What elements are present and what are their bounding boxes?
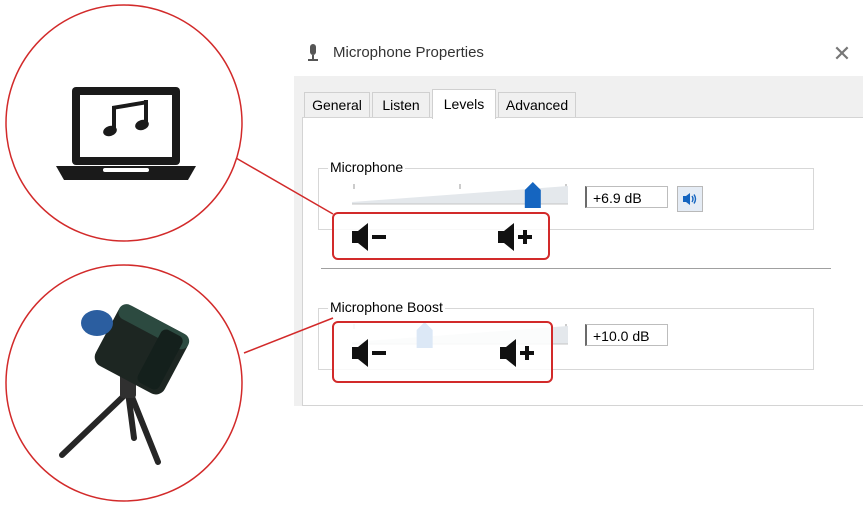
callout-layer <box>0 0 863 505</box>
volume-up-icon <box>500 339 534 367</box>
volume-down-icon <box>352 339 386 367</box>
volume-callout-boost <box>332 321 553 383</box>
volume-up-icon <box>498 223 532 251</box>
volume-callout-microphone <box>332 212 550 260</box>
volume-down-icon <box>352 223 386 251</box>
